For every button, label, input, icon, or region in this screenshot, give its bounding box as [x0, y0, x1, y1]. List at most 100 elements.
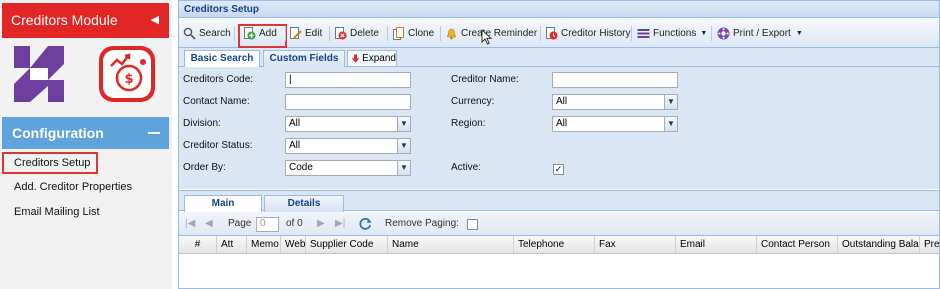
currency-label: Currency: [451, 96, 495, 107]
remove-paging-checkbox[interactable] [467, 219, 478, 230]
chevron-down-icon: ▼ [795, 30, 803, 37]
creditor-history-button[interactable]: Creditor History [545, 25, 630, 42]
tab-details[interactable]: Details [264, 195, 344, 212]
toolbar-divider [285, 26, 286, 41]
search-tab-strip: Basic Search Custom Fields Expand [179, 48, 939, 68]
functions-list-icon [637, 27, 650, 40]
creditor-history-label: Creditor History [561, 28, 631, 39]
toolbar-divider [540, 26, 541, 41]
add-button[interactable]: Add [243, 25, 277, 42]
last-page-icon[interactable]: ▶| [335, 218, 345, 229]
region-value: All [556, 118, 568, 129]
edit-button[interactable]: Edit [289, 25, 322, 42]
column-header-email[interactable]: Email [676, 236, 757, 253]
toolbar-divider [387, 26, 388, 41]
add-document-icon [243, 27, 256, 40]
chevron-down-icon[interactable]: ▼ [664, 95, 677, 109]
sidebar-item-add-creditor-properties[interactable]: Add. Creditor Properties [14, 181, 132, 193]
region-select[interactable]: All ▼ [552, 116, 678, 132]
tab-custom-fields[interactable]: Custom Fields [263, 50, 345, 67]
module-title: Creditors Module [11, 12, 118, 28]
column-header-contact-person[interactable]: Contact Person [757, 236, 838, 253]
creditor-name-input[interactable] [552, 72, 678, 88]
configuration-section-header[interactable]: Configuration [2, 117, 169, 149]
column-header-telephone[interactable]: Telephone [514, 236, 595, 253]
module-header[interactable]: Creditors Module ◀ [2, 3, 169, 38]
creditor-status-value: All [289, 140, 301, 151]
functions-label: Functions [653, 28, 697, 39]
chevron-down-icon: ▼ [700, 30, 708, 37]
creditors-code-input[interactable]: | [285, 72, 411, 88]
configuration-title: Configuration [12, 125, 104, 141]
delete-label: Delete [350, 28, 379, 39]
active-checkbox[interactable]: ✓ [553, 164, 564, 175]
column-header-outstanding-balance[interactable]: Outstanding Balance [838, 236, 920, 253]
tab-main[interactable]: Main [184, 195, 262, 213]
clone-label: Clone [408, 28, 435, 39]
order-by-select[interactable]: Code ▼ [285, 160, 411, 176]
column-header-memo[interactable]: Memo [247, 236, 281, 253]
search-button[interactable]: Search [183, 25, 231, 42]
division-select[interactable]: All ▼ [285, 116, 411, 132]
division-label: Division: [183, 118, 221, 129]
expand-button[interactable]: Expand [347, 50, 397, 67]
chevron-down-icon[interactable]: ▼ [664, 117, 677, 131]
next-page-icon[interactable]: ▶ [317, 218, 325, 229]
arrow-down-icon [351, 53, 360, 63]
creditors-money-icon: $ [99, 46, 155, 102]
print-export-label: Print / Export [733, 28, 791, 39]
print-export-icon [717, 27, 730, 40]
page-label: Page [228, 218, 252, 229]
column-header-att[interactable]: Att [217, 236, 247, 253]
currency-value: All [556, 96, 568, 107]
toolbar-divider [440, 26, 441, 41]
page-count-label: of 0 [286, 218, 303, 229]
clone-icon [392, 27, 405, 40]
column-header-pref[interactable]: Pref [920, 236, 939, 253]
refresh-icon[interactable] [359, 217, 372, 230]
creditor-status-label: Creditor Status: [183, 140, 253, 151]
functions-menu-button[interactable]: Functions ▼ [637, 25, 707, 42]
toolbar-divider [234, 26, 235, 41]
region-label: Region: [451, 118, 486, 129]
column-header-fax[interactable]: Fax [595, 236, 676, 253]
chevron-down-icon[interactable]: ▼ [397, 161, 410, 175]
creditor-status-select[interactable]: All ▼ [285, 138, 411, 154]
column-header-website[interactable]: Website [281, 236, 306, 253]
chevron-down-icon[interactable]: ▼ [397, 117, 410, 131]
first-page-icon[interactable]: |◀ [185, 218, 195, 229]
currency-select[interactable]: All ▼ [552, 94, 678, 110]
collapse-arrow-icon[interactable]: ◀ [151, 13, 159, 26]
delete-button[interactable]: Delete [334, 25, 379, 42]
mouse-cursor-icon [481, 29, 492, 45]
creditors-code-label: Creditors Code: [183, 74, 254, 85]
creditor-name-label: Creditor Name: [451, 74, 519, 85]
search-icon [183, 27, 196, 40]
column-header-supplier-code[interactable]: Supplier Code [306, 236, 388, 253]
company-logo-icon [14, 46, 64, 102]
delete-icon [334, 27, 347, 40]
column-header-name[interactable]: Name [388, 236, 514, 253]
column-header-number[interactable]: # [179, 236, 217, 253]
previous-page-icon[interactable]: ◀ [205, 218, 213, 229]
sidebar-item-email-mailing-list[interactable]: Email Mailing List [14, 206, 100, 218]
paging-toolbar: |◀ ◀ Page 0 of 0 ▶ ▶| Remove Paging: [179, 212, 939, 236]
chevron-down-icon[interactable]: ▼ [397, 139, 410, 153]
sidebar: Creditors Module ◀ $ Configuration Credi… [0, 0, 172, 289]
clone-button[interactable]: Clone [392, 25, 434, 42]
toolbar-divider [631, 26, 632, 41]
collapse-minus-icon[interactable] [148, 132, 160, 134]
edit-icon [289, 27, 302, 40]
grid-column-header: # Att Memo Website Supplier Code Name Te… [179, 236, 939, 254]
remove-paging-label: Remove Paging: [385, 218, 459, 229]
panel-title-bar: Creditors Setup [179, 1, 939, 18]
page-number-input[interactable]: 0 [256, 217, 279, 232]
add-label: Add [259, 28, 277, 39]
toolbar: Search Add Edit Delete Clone Create Remi… [179, 19, 939, 48]
panel-title: Creditors Setup [184, 4, 260, 15]
print-export-menu-button[interactable]: Print / Export ▼ [717, 25, 803, 42]
contact-name-label: Contact Name: [183, 96, 250, 107]
sidebar-item-creditors-setup[interactable]: Creditors Setup [14, 157, 90, 169]
contact-name-input[interactable] [285, 94, 411, 110]
tab-basic-search[interactable]: Basic Search [184, 50, 260, 68]
